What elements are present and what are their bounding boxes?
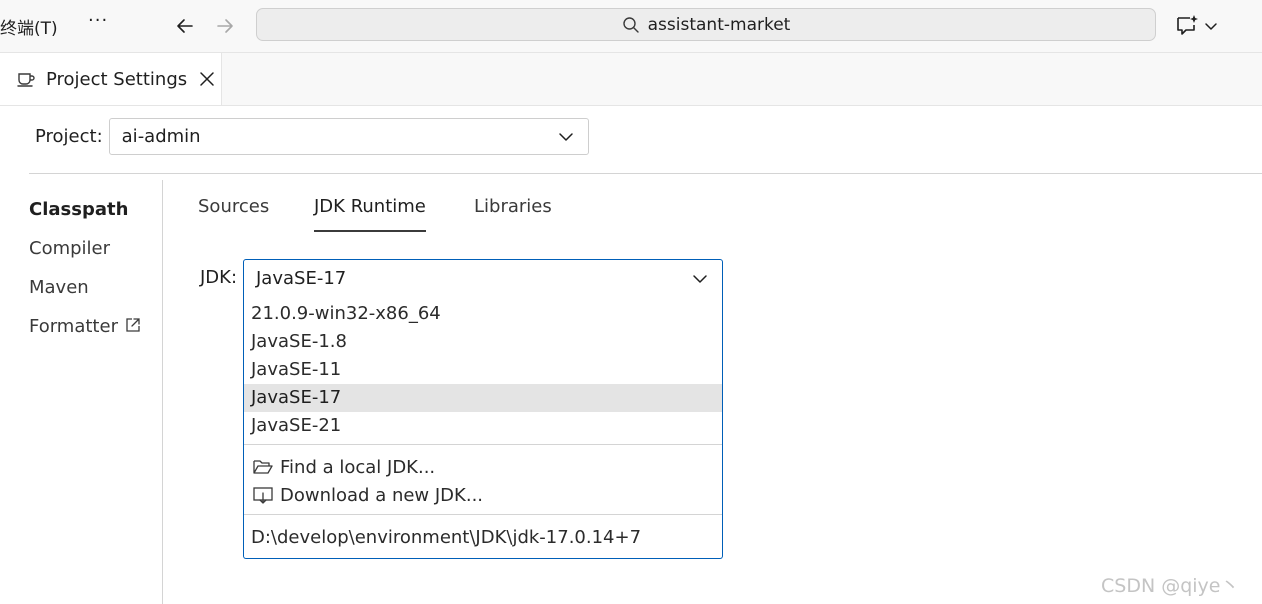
settings-sidebar: Classpath Compiler Maven Formatter xyxy=(29,198,142,354)
find-local-jdk-label: Find a local JDK... xyxy=(280,456,436,478)
chevron-down-icon xyxy=(558,133,573,141)
chat-sparkle-icon xyxy=(1177,15,1198,35)
menu-terminal[interactable]: 终端(T) xyxy=(0,14,58,39)
sidebar-item-label: Formatter xyxy=(29,316,118,337)
sidebar-item-classpath[interactable]: Classpath xyxy=(29,198,142,237)
tab-sources[interactable]: Sources xyxy=(198,196,269,230)
project-row: Project: ai-admin xyxy=(35,118,589,155)
jdk-option-21-0-9[interactable]: 21.0.9-win32-x86_64 xyxy=(244,300,722,328)
jdk-path-text: D:\develop\environment\JDK\jdk-17.0.14+7 xyxy=(251,527,642,548)
chevron-down-icon xyxy=(693,275,707,283)
sidebar-item-label: Compiler xyxy=(29,238,111,259)
jdk-option-javase-21[interactable]: JavaSE-21 xyxy=(244,412,722,440)
chevron-down-icon xyxy=(1205,23,1217,30)
project-value: ai-admin xyxy=(121,126,201,147)
external-link-icon xyxy=(124,316,142,334)
title-bar: 终端(T) ··· assistant-market xyxy=(0,0,1262,53)
arrow-left-icon xyxy=(177,19,193,33)
sidebar-item-label: Classpath xyxy=(29,199,129,220)
folder-open-icon xyxy=(252,457,274,477)
tab-libraries[interactable]: Libraries xyxy=(474,196,552,230)
project-label: Project: xyxy=(35,126,103,147)
watermark: CSDN @qiye丶 xyxy=(1101,575,1240,597)
sidebar-item-formatter[interactable]: Formatter xyxy=(29,315,142,354)
chat-button[interactable] xyxy=(1174,12,1224,40)
tab-label: Project Settings xyxy=(46,68,188,90)
arrow-right-icon xyxy=(217,19,233,33)
tab-jdk-runtime[interactable]: JDK Runtime xyxy=(314,196,426,232)
jdk-dropdown-list: 21.0.9-win32-x86_64 JavaSE-1.8 JavaSE-11… xyxy=(243,297,723,559)
coffee-cup-icon xyxy=(16,69,36,89)
jdk-option-javase-1-8[interactable]: JavaSE-1.8 xyxy=(244,328,722,356)
back-button[interactable] xyxy=(171,12,199,40)
forward-button[interactable] xyxy=(211,12,239,40)
dropdown-separator xyxy=(244,444,722,445)
section-divider xyxy=(29,173,1262,174)
download-icon xyxy=(252,485,274,505)
project-select[interactable]: ai-admin xyxy=(108,118,589,155)
jdk-option-javase-11[interactable]: JavaSE-11 xyxy=(244,356,722,384)
sidebar-item-label: Maven xyxy=(29,277,89,298)
jdk-select[interactable]: JavaSE-17 xyxy=(243,259,723,298)
sidebar-item-maven[interactable]: Maven xyxy=(29,276,142,315)
search-text: assistant-market xyxy=(647,14,791,35)
download-jdk-action[interactable]: Download a new JDK... xyxy=(252,481,483,509)
find-local-jdk-action[interactable]: Find a local JDK... xyxy=(252,453,435,481)
dropdown-separator xyxy=(244,514,722,515)
jdk-label: JDK: xyxy=(200,267,238,288)
editor-tab-bar: Project Settings xyxy=(0,53,1262,106)
sidebar-divider xyxy=(162,180,163,604)
search-icon xyxy=(622,16,639,33)
command-center-search[interactable]: assistant-market xyxy=(256,8,1156,41)
jdk-value: JavaSE-17 xyxy=(256,268,347,289)
download-jdk-label: Download a new JDK... xyxy=(280,484,484,506)
close-icon[interactable] xyxy=(199,71,215,87)
tab-project-settings[interactable]: Project Settings xyxy=(0,53,222,105)
sidebar-item-compiler[interactable]: Compiler xyxy=(29,237,142,276)
jdk-option-javase-17[interactable]: JavaSE-17 xyxy=(244,384,722,412)
more-menu-button[interactable]: ··· xyxy=(88,10,108,31)
